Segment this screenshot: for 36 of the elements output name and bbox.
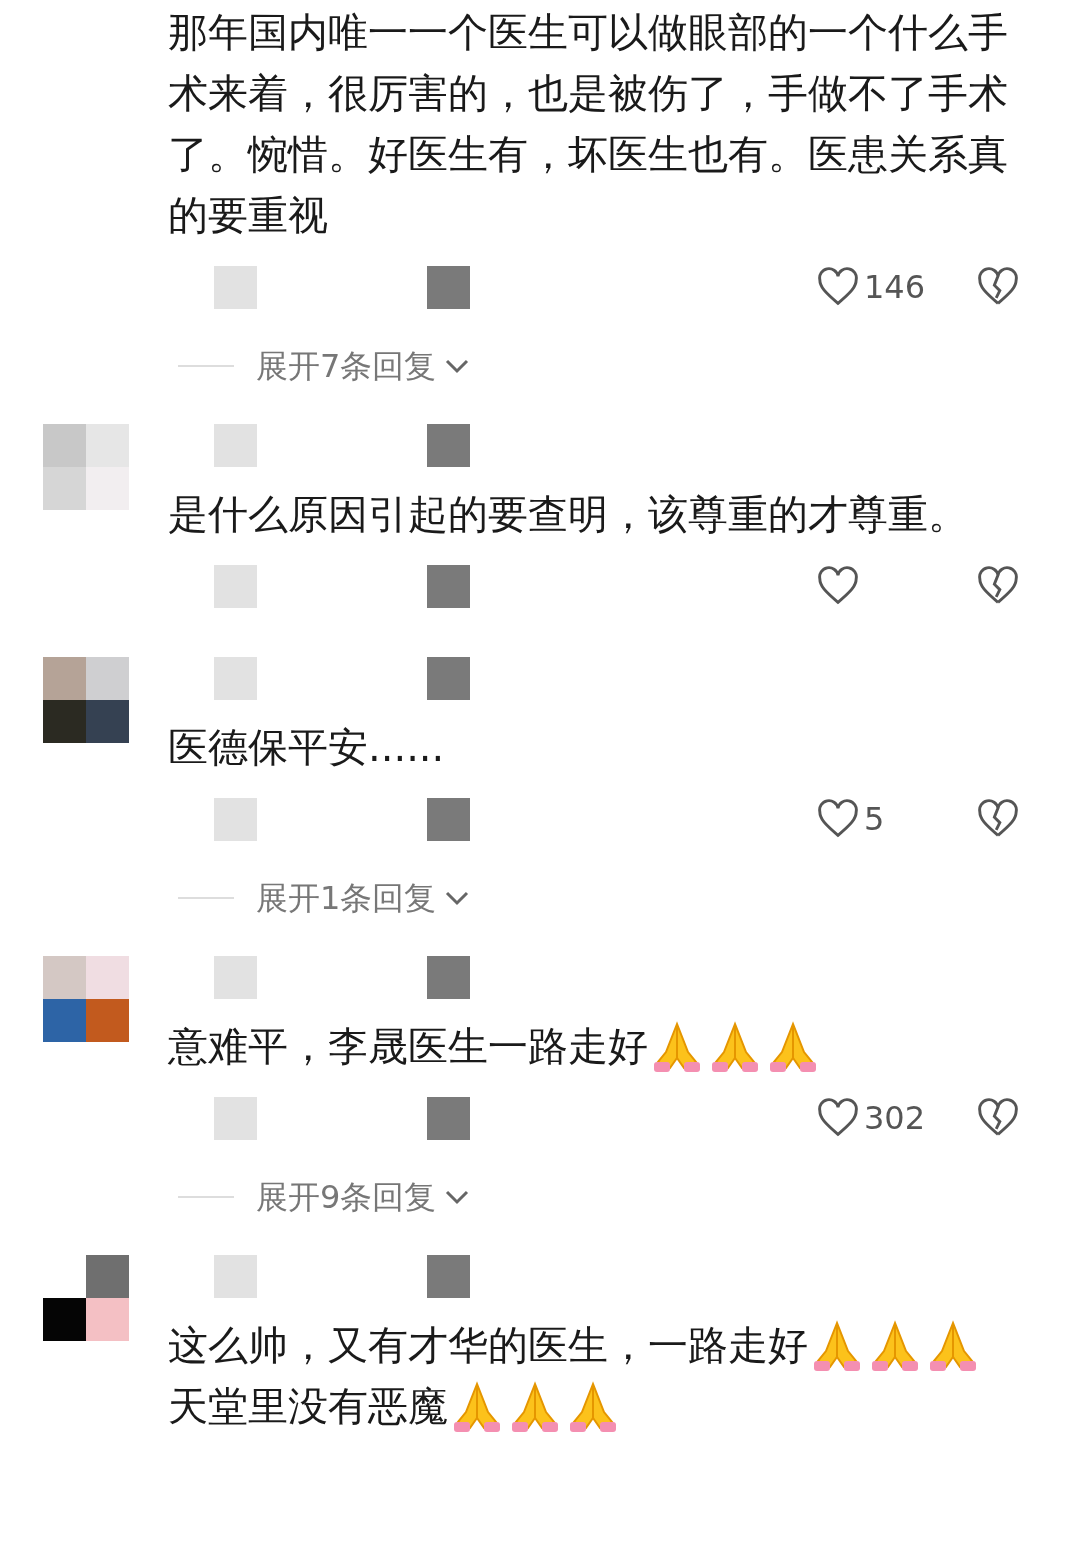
redaction-block [214,956,257,999]
comment-text: 医德保平安...... [168,723,445,772]
redaction-block [427,265,470,309]
heart-icon[interactable] [816,267,860,307]
comment-text: 意难平，李晟医生一路走好 [168,1022,648,1071]
redaction-block [214,265,257,309]
broken-heart-icon[interactable] [976,566,1020,606]
redaction-block [214,424,257,467]
like-count: 146 [864,267,926,308]
comment-text: 这么帅，又有才华的医生，一路走好 [168,1321,808,1370]
heart-icon[interactable] [816,799,860,839]
like-count: 5 [864,799,885,840]
broken-heart-icon[interactable] [976,267,1020,307]
heart-icon[interactable] [816,566,860,606]
redaction-block [214,1255,257,1298]
expand-replies-link[interactable]: 展开9条回复 [256,1173,473,1221]
expand-replies-link[interactable]: 展开7条回复 [256,342,473,390]
like-count: 302 [864,1098,926,1139]
redaction-block [427,564,470,608]
broken-heart-icon[interactable] [976,799,1020,839]
expand-replies-link[interactable]: 展开1条回复 [256,874,473,922]
comment-text: 是什么原因引起的要查明，该尊重的才尊重。 [168,490,968,539]
redaction-block [427,1255,470,1298]
heart-icon[interactable] [816,1098,860,1138]
comment-text: 那年国内唯一一个医生可以做眼部的一个什么手术来着，很厉害的，也是被伤了，手做不了手术了。惋惜。好医生有，坏医生也有。医患关系真的要重视 [168,8,1009,240]
redaction-block [427,657,470,700]
redaction-block [214,657,257,700]
redaction-block [427,424,470,467]
broken-heart-icon[interactable] [976,1098,1020,1138]
redaction-block [427,956,470,999]
redaction-block [427,1096,470,1140]
redaction-block [214,1096,257,1140]
comment-text: 天堂里没有恶魔 [168,1382,448,1431]
redaction-block [214,797,257,841]
redaction-block [214,564,257,608]
redaction-block [427,797,470,841]
